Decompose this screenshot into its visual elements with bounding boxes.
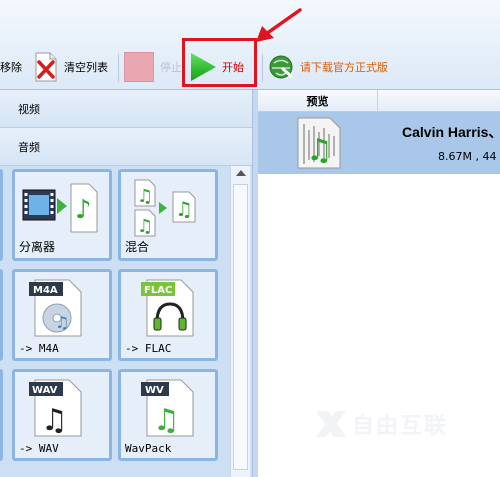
tile-label: -> WAV bbox=[19, 442, 59, 455]
remove-button[interactable]: 移除 bbox=[0, 48, 22, 86]
m4a-file-icon: M4A ♫ bbox=[29, 279, 82, 337]
file-row[interactable]: ♫ Calvin Harris、 8.67M , 44 bbox=[258, 112, 500, 174]
category-audio-label: 音频 bbox=[18, 140, 40, 154]
start-button-highlight bbox=[182, 38, 257, 87]
flac-file-icon: FLAC bbox=[141, 279, 194, 337]
download-official-button[interactable]: 请下载官方正式版 bbox=[268, 48, 388, 86]
column-preview[interactable]: 预览 bbox=[258, 90, 378, 112]
toolbar-separator bbox=[118, 54, 119, 82]
file-name: Calvin Harris、 bbox=[402, 124, 500, 140]
svg-text:♪: ♪ bbox=[75, 195, 92, 225]
svg-text:♫: ♫ bbox=[306, 133, 333, 168]
film-music-splitter-icon: ♪ bbox=[22, 183, 98, 233]
clear-list-button[interactable]: 清空列表 bbox=[34, 48, 108, 86]
tile-edge[interactable] bbox=[0, 269, 3, 361]
tile-label: 混合 bbox=[125, 240, 150, 254]
tile-badge: M4A bbox=[33, 285, 58, 296]
globe-download-icon bbox=[269, 55, 293, 79]
tile-flac[interactable]: FLAC -> FLAC bbox=[118, 269, 218, 361]
tile-m4a[interactable]: M4A ♫ -> M4A bbox=[12, 269, 112, 361]
music-merge-icon: ♫ ♫ ♫ bbox=[134, 179, 196, 237]
tile-wav[interactable]: WAV ♫ -> WAV bbox=[12, 369, 112, 461]
tile-label: 分离器 bbox=[19, 240, 56, 254]
tile-splitter[interactable]: ♪ 分离器 bbox=[12, 169, 112, 261]
left-panel: 视频 音频 ♪ 分离器 ♫ ♫ ♫ 混合 M4A ♫ -> M4A FLAC -… bbox=[0, 90, 252, 477]
watermark-logo-icon bbox=[316, 411, 346, 437]
tile-label: -> FLAC bbox=[125, 342, 172, 355]
download-official-label: 请下载官方正式版 bbox=[300, 61, 388, 74]
tile-label: WavPack bbox=[125, 442, 172, 455]
tile-badge: FLAC bbox=[144, 285, 172, 296]
stop-button[interactable]: 停止 bbox=[124, 48, 182, 86]
tile-scrollbar[interactable] bbox=[230, 166, 250, 477]
category-video-label: 视频 bbox=[18, 102, 40, 116]
tile-label: -> M4A bbox=[19, 342, 59, 355]
scroll-up-icon[interactable] bbox=[236, 170, 246, 176]
toolbar-separator bbox=[262, 54, 263, 82]
svg-text:♫: ♫ bbox=[41, 403, 68, 438]
category-video[interactable]: 视频 bbox=[0, 90, 252, 128]
wav-file-icon: WAV ♫ bbox=[29, 379, 82, 438]
file-meta: 8.67M , 44 bbox=[438, 150, 497, 163]
svg-text:♫: ♫ bbox=[175, 197, 193, 221]
watermark: 自由互联 bbox=[314, 408, 448, 440]
svg-text:♫: ♫ bbox=[153, 403, 180, 438]
tile-edge[interactable] bbox=[0, 169, 3, 261]
clear-list-icon bbox=[35, 52, 57, 82]
tile-badge: WAV bbox=[32, 385, 58, 396]
stop-icon bbox=[124, 52, 154, 82]
tile-edge[interactable] bbox=[0, 369, 3, 461]
file-list-header: 预览 bbox=[258, 90, 500, 112]
remove-label: 移除 bbox=[0, 61, 22, 74]
clear-list-label: 清空列表 bbox=[64, 61, 108, 74]
svg-text:♫: ♫ bbox=[137, 186, 153, 207]
column-preview-label: 预览 bbox=[306, 95, 329, 108]
stop-label: 停止 bbox=[160, 61, 182, 74]
tile-grid: ♪ 分离器 ♫ ♫ ♫ 混合 M4A ♫ -> M4A FLAC -> FLAC… bbox=[0, 166, 230, 477]
wv-file-icon: WV ♫ bbox=[141, 379, 194, 438]
svg-text:♫: ♫ bbox=[137, 216, 153, 237]
file-list-panel: 预览 ♫ Calvin Harris、 8.67M , 44 自由互联 bbox=[258, 90, 500, 477]
category-audio[interactable]: 音频 bbox=[0, 128, 252, 166]
red-arrow-annotation bbox=[256, 8, 302, 42]
svg-text:♫: ♫ bbox=[55, 313, 69, 332]
scroll-thumb[interactable] bbox=[233, 184, 248, 470]
watermark-text: 自由互联 bbox=[352, 414, 449, 439]
tile-badge: WV bbox=[145, 385, 164, 396]
music-file-thumbnail-icon: ♫ bbox=[297, 117, 341, 169]
tile-merge[interactable]: ♫ ♫ ♫ 混合 bbox=[118, 169, 218, 261]
tile-wavpack[interactable]: WV ♫ WavPack bbox=[118, 369, 218, 461]
